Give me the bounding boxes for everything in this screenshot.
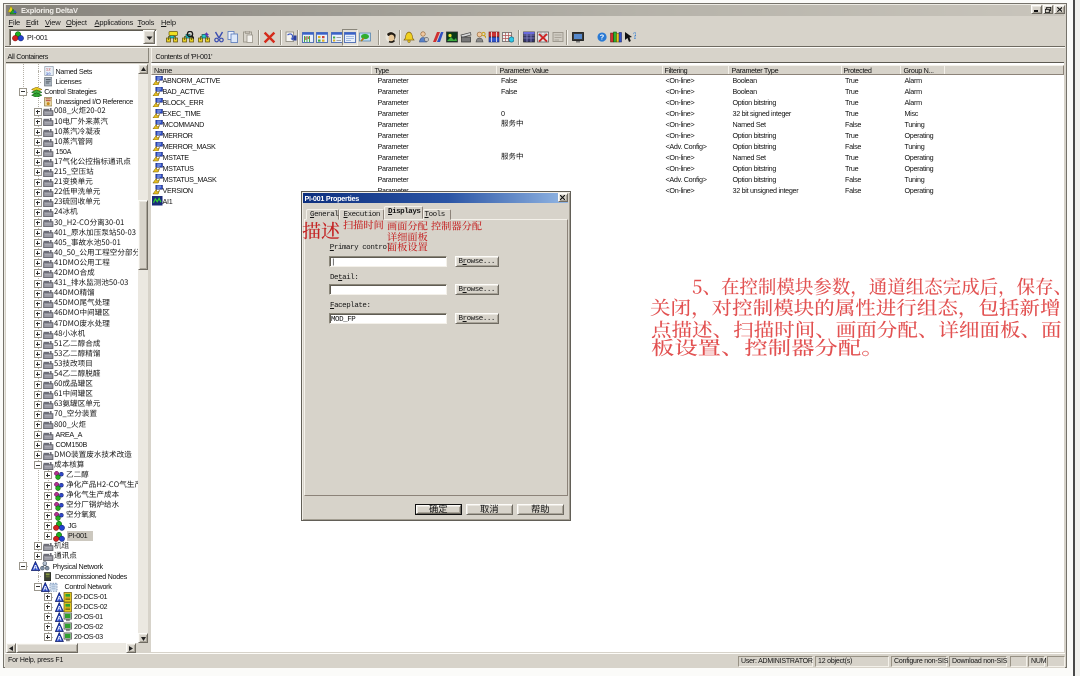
svg-text:A: A — [33, 565, 38, 572]
svg-text:?: ? — [633, 31, 636, 41]
svg-text:?: ? — [600, 32, 605, 41]
svg-text:A: A — [43, 585, 48, 592]
svg-text:A: A — [56, 636, 61, 643]
svg-text:30: 30 — [45, 73, 50, 76]
svg-text:12: 12 — [45, 69, 50, 73]
